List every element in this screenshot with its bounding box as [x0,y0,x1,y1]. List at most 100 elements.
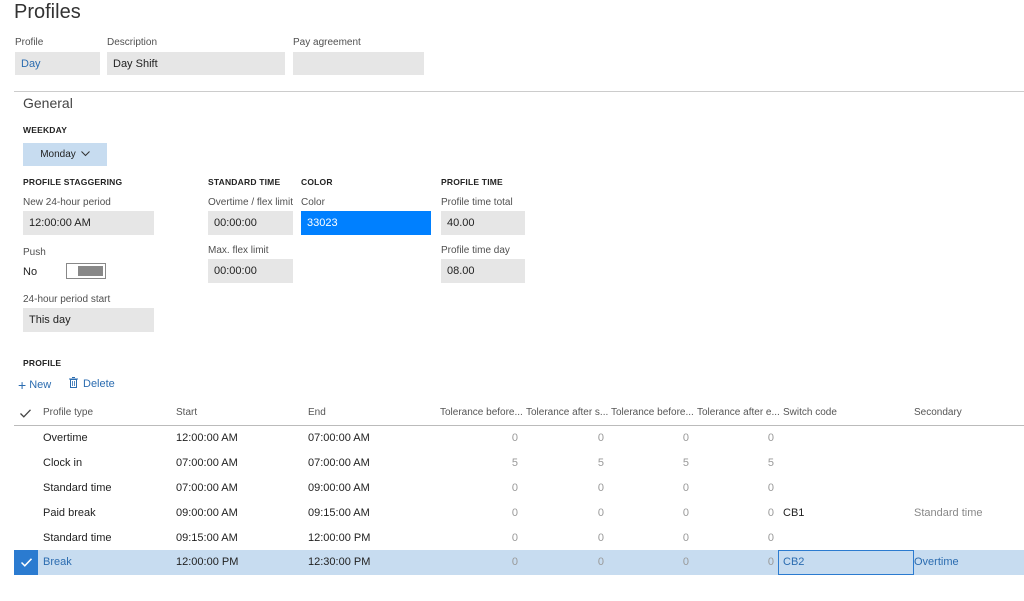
cell-end: 07:00:00 AM [308,457,370,469]
new-button[interactable]: + New [18,377,51,393]
cell-tolerance-before-start: 0 [511,507,518,519]
row-selected-checkbox[interactable] [14,550,38,575]
table-row-selected[interactable]: Break 12:00:00 PM 12:30:00 PM 0 0 0 0 CB… [14,550,1024,575]
new-period-field[interactable]: 12:00:00 AM [23,211,154,235]
color-section: COLOR [301,177,333,187]
weekday-dropdown[interactable]: Monday [23,143,107,166]
weekday-value: Monday [40,149,76,160]
cell-tolerance-before-start: 0 [511,556,518,568]
cell-tolerance-before-start: 0 [511,532,518,544]
standard-time-section: STANDARD TIME [208,177,281,187]
profile-time-day-field[interactable]: 08.00 [441,259,525,283]
general-section-title[interactable]: General [23,95,73,111]
profile-field[interactable]: Day [15,52,100,75]
period-start-label: 24-hour period start [23,294,111,305]
cell-tolerance-before-end: 5 [682,457,689,469]
cell-end: 07:00:00 AM [308,432,370,444]
cell-tolerance-after-end: 5 [767,457,774,469]
cell-tolerance-before-start: 5 [511,457,518,469]
cell-start: 12:00:00 AM [176,432,238,444]
delete-button[interactable]: Delete [69,377,115,391]
cell-profile-type: Overtime [43,432,88,444]
cell-tolerance-before-start: 0 [511,482,518,494]
table-row-partial[interactable] [14,575,1024,601]
profile-section: PROFILE [23,358,62,368]
push-label: Push [23,247,46,258]
cell-tolerance-after-end: 0 [767,507,774,519]
cell-profile-type: Break [43,556,72,568]
plus-icon: + [18,377,27,393]
description-field[interactable]: Day Shift [107,52,285,75]
switch-code-input[interactable]: CB2 [778,550,914,575]
column-header-end[interactable]: End [308,407,428,418]
overtime-limit-label: Overtime / flex limit [208,197,294,208]
column-header-start[interactable]: Start [176,407,296,418]
profile-time-total-field[interactable]: 40.00 [441,211,525,235]
max-flex-field[interactable]: 00:00:00 [208,259,293,283]
trash-icon [69,377,78,391]
cell-end: 12:00:00 PM [308,532,371,544]
cell-tolerance-after-end: 0 [767,482,774,494]
overtime-limit-field[interactable]: 00:00:00 [208,211,293,235]
column-header-tolerance-before-start[interactable]: Tolerance before... [440,407,522,418]
cell-start: 12:00:00 PM [176,556,239,568]
column-header-profile-type[interactable]: Profile type [43,407,163,418]
select-all-checkmark-icon[interactable] [20,405,31,423]
cell-tolerance-before-start: 0 [511,432,518,444]
cell-start: 09:15:00 AM [176,532,238,544]
column-header-secondary[interactable]: Secondary [914,407,1014,418]
cell-start: 09:00:00 AM [176,507,238,519]
cell-tolerance-after-end: 0 [767,532,774,544]
cell-tolerance-before-end: 0 [682,432,689,444]
cell-start: 07:00:00 AM [176,457,238,469]
pay-agreement-field[interactable] [293,52,424,75]
cell-end: 12:30:00 PM [308,556,371,568]
cell-secondary: Standard time [914,507,983,519]
pay-agreement-label: Pay agreement [293,37,361,48]
table-row[interactable]: Paid break 09:00:00 AM 09:15:00 AM 0 0 0… [14,501,1024,526]
cell-tolerance-after-start: 0 [597,556,604,568]
column-header-switch-code[interactable]: Switch code [783,407,903,418]
chevron-down-icon [80,149,90,160]
cell-tolerance-after-start: 0 [597,532,604,544]
page-title: Profiles [14,1,81,23]
cell-start: 07:00:00 AM [176,482,238,494]
header-divider [14,91,1024,92]
cell-tolerance-after-start: 0 [597,482,604,494]
cell-tolerance-after-end: 0 [767,556,774,568]
push-toggle[interactable] [66,263,106,279]
column-header-tolerance-before-end[interactable]: Tolerance before... [611,407,693,418]
table-row[interactable]: Clock in 07:00:00 AM 07:00:00 AM 5 5 5 5 [14,451,1024,476]
cell-profile-type: Paid break [43,507,96,519]
weekday-section: WEEKDAY [23,125,68,135]
profile-time-section: PROFILE TIME [441,177,503,187]
cell-secondary: Overtime [914,556,959,568]
cell-tolerance-before-end: 0 [682,532,689,544]
description-label: Description [107,37,158,48]
push-toggle-track [78,266,103,276]
checkmark-icon [20,554,32,572]
color-label: Color [301,197,325,208]
new-button-label: New [29,379,52,391]
period-start-field[interactable]: This day [23,308,154,332]
cell-tolerance-after-start: 0 [597,432,604,444]
profile-staggering-section: PROFILE STAGGERING [23,177,123,187]
cell-tolerance-before-end: 0 [682,556,689,568]
cell-end: 09:00:00 AM [308,482,370,494]
profile-label: Profile [15,37,44,48]
table-row[interactable]: Standard time 07:00:00 AM 09:00:00 AM 0 … [14,476,1024,501]
column-header-tolerance-after-end[interactable]: Tolerance after e... [697,407,779,418]
delete-button-label: Delete [83,378,115,390]
cell-tolerance-before-end: 0 [682,482,689,494]
profile-time-day-label: Profile time day [441,245,510,256]
cell-profile-type: Standard time [43,482,112,494]
cell-profile-type: Standard time [43,532,112,544]
column-header-tolerance-after-start[interactable]: Tolerance after s... [526,407,608,418]
cell-tolerance-after-start: 5 [597,457,604,469]
new-period-label: New 24-hour period [23,197,111,208]
table-row[interactable]: Standard time 09:15:00 AM 12:00:00 PM 0 … [14,526,1024,551]
color-field[interactable]: 33023 [301,211,431,235]
profile-time-total-label: Profile time total [441,197,513,208]
table-row[interactable]: Overtime 12:00:00 AM 07:00:00 AM 0 0 0 0 [14,426,1024,451]
cell-tolerance-before-end: 0 [682,507,689,519]
